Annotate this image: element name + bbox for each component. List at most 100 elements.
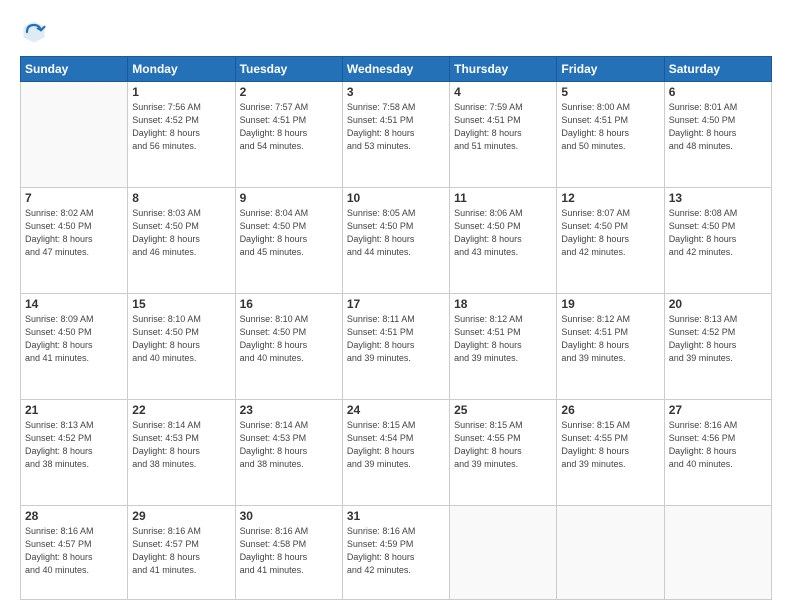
day-number: 24	[347, 403, 445, 417]
day-number: 1	[132, 85, 230, 99]
day-number: 28	[25, 509, 123, 523]
day-number: 4	[454, 85, 552, 99]
logo-icon	[20, 18, 48, 46]
day-number: 11	[454, 191, 552, 205]
calendar-cell: 4 Sunrise: 7:59 AM Sunset: 4:51 PM Daylig…	[450, 82, 557, 188]
day-number: 22	[132, 403, 230, 417]
day-info: Sunrise: 7:57 AM Sunset: 4:51 PM Dayligh…	[240, 101, 338, 153]
day-info: Sunrise: 7:59 AM Sunset: 4:51 PM Dayligh…	[454, 101, 552, 153]
calendar-cell: 24 Sunrise: 8:15 AM Sunset: 4:54 PM Dayli…	[342, 400, 449, 506]
day-number: 26	[561, 403, 659, 417]
day-info: Sunrise: 8:00 AM Sunset: 4:51 PM Dayligh…	[561, 101, 659, 153]
day-info: Sunrise: 8:06 AM Sunset: 4:50 PM Dayligh…	[454, 207, 552, 259]
calendar-cell: 23Sunrise: 8:14 AM Sunset: 4:53 PM Dayli…	[235, 400, 342, 506]
day-number: 20	[669, 297, 767, 311]
calendar-week-3: 14Sunrise: 8:09 AM Sunset: 4:50 PM Dayli…	[21, 294, 772, 400]
day-info: Sunrise: 8:14 AM Sunset: 4:53 PM Dayligh…	[132, 419, 230, 471]
day-info: Sunrise: 8:12 AM Sunset: 4:51 PM Dayligh…	[454, 313, 552, 365]
calendar-cell: 30Sunrise: 8:16 AM Sunset: 4:58 PM Dayli…	[235, 506, 342, 600]
day-number: 27	[669, 403, 767, 417]
calendar-cell: 15Sunrise: 8:10 AM Sunset: 4:50 PM Dayli…	[128, 294, 235, 400]
calendar-cell: 16Sunrise: 8:10 AM Sunset: 4:50 PM Dayli…	[235, 294, 342, 400]
day-number: 13	[669, 191, 767, 205]
day-info: Sunrise: 8:16 AM Sunset: 4:57 PM Dayligh…	[132, 525, 230, 577]
calendar-cell	[21, 82, 128, 188]
day-number: 3	[347, 85, 445, 99]
day-info: Sunrise: 8:16 AM Sunset: 4:58 PM Dayligh…	[240, 525, 338, 577]
weekday-header-tuesday: Tuesday	[235, 57, 342, 82]
calendar-cell: 26 Sunrise: 8:15 AM Sunset: 4:55 PM Dayli…	[557, 400, 664, 506]
day-number: 14	[25, 297, 123, 311]
calendar-cell: 3 Sunrise: 7:58 AM Sunset: 4:51 PM Daylig…	[342, 82, 449, 188]
calendar-cell: 12 Sunrise: 8:07 AM Sunset: 4:50 PM Dayli…	[557, 188, 664, 294]
day-number: 15	[132, 297, 230, 311]
calendar-cell: 13 Sunrise: 8:08 AM Sunset: 4:50 PM Dayli…	[664, 188, 771, 294]
calendar-cell: 7Sunrise: 8:02 AM Sunset: 4:50 PM Daylig…	[21, 188, 128, 294]
calendar-week-2: 7Sunrise: 8:02 AM Sunset: 4:50 PM Daylig…	[21, 188, 772, 294]
weekday-header-thursday: Thursday	[450, 57, 557, 82]
day-number: 10	[347, 191, 445, 205]
calendar-cell	[664, 506, 771, 600]
day-number: 17	[347, 297, 445, 311]
day-info: Sunrise: 8:15 AM Sunset: 4:54 PM Dayligh…	[347, 419, 445, 471]
calendar-cell: 11 Sunrise: 8:06 AM Sunset: 4:50 PM Dayli…	[450, 188, 557, 294]
day-info: Sunrise: 8:15 AM Sunset: 4:55 PM Dayligh…	[561, 419, 659, 471]
day-number: 23	[240, 403, 338, 417]
calendar-cell: 1 Sunrise: 7:56 AM Sunset: 4:52 PM Daylig…	[128, 82, 235, 188]
calendar-cell: 25 Sunrise: 8:15 AM Sunset: 4:55 PM Dayli…	[450, 400, 557, 506]
weekday-header-sunday: Sunday	[21, 57, 128, 82]
calendar-cell	[450, 506, 557, 600]
day-info: Sunrise: 7:56 AM Sunset: 4:52 PM Dayligh…	[132, 101, 230, 153]
day-number: 2	[240, 85, 338, 99]
calendar-cell: 21 Sunrise: 8:13 AM Sunset: 4:52 PM Dayli…	[21, 400, 128, 506]
day-number: 16	[240, 297, 338, 311]
day-number: 29	[132, 509, 230, 523]
day-info: Sunrise: 8:13 AM Sunset: 4:52 PM Dayligh…	[669, 313, 767, 365]
day-number: 7	[25, 191, 123, 205]
day-info: Sunrise: 8:13 AM Sunset: 4:52 PM Dayligh…	[25, 419, 123, 471]
day-info: Sunrise: 7:58 AM Sunset: 4:51 PM Dayligh…	[347, 101, 445, 153]
calendar-body: 1 Sunrise: 7:56 AM Sunset: 4:52 PM Daylig…	[21, 82, 772, 600]
day-info: Sunrise: 8:11 AM Sunset: 4:51 PM Dayligh…	[347, 313, 445, 365]
day-number: 8	[132, 191, 230, 205]
day-info: Sunrise: 8:15 AM Sunset: 4:55 PM Dayligh…	[454, 419, 552, 471]
calendar-cell	[557, 506, 664, 600]
day-number: 21	[25, 403, 123, 417]
day-info: Sunrise: 8:05 AM Sunset: 4:50 PM Dayligh…	[347, 207, 445, 259]
calendar-cell: 28 Sunrise: 8:16 AM Sunset: 4:57 PM Dayli…	[21, 506, 128, 600]
day-info: Sunrise: 8:07 AM Sunset: 4:50 PM Dayligh…	[561, 207, 659, 259]
day-number: 12	[561, 191, 659, 205]
day-info: Sunrise: 8:16 AM Sunset: 4:57 PM Dayligh…	[25, 525, 123, 577]
calendar-cell: 17 Sunrise: 8:11 AM Sunset: 4:51 PM Dayli…	[342, 294, 449, 400]
calendar-cell: 19 Sunrise: 8:12 AM Sunset: 4:51 PM Dayli…	[557, 294, 664, 400]
day-number: 19	[561, 297, 659, 311]
page: SundayMondayTuesdayWednesdayThursdayFrid…	[0, 0, 792, 612]
day-number: 5	[561, 85, 659, 99]
day-number: 18	[454, 297, 552, 311]
calendar-cell: 18 Sunrise: 8:12 AM Sunset: 4:51 PM Dayli…	[450, 294, 557, 400]
calendar-cell: 31 Sunrise: 8:16 AM Sunset: 4:59 PM Dayli…	[342, 506, 449, 600]
day-number: 25	[454, 403, 552, 417]
weekday-header-monday: Monday	[128, 57, 235, 82]
weekday-header-wednesday: Wednesday	[342, 57, 449, 82]
day-info: Sunrise: 8:12 AM Sunset: 4:51 PM Dayligh…	[561, 313, 659, 365]
calendar-week-1: 1 Sunrise: 7:56 AM Sunset: 4:52 PM Daylig…	[21, 82, 772, 188]
day-info: Sunrise: 8:16 AM Sunset: 4:56 PM Dayligh…	[669, 419, 767, 471]
calendar-cell: 9 Sunrise: 8:04 AM Sunset: 4:50 PM Daylig…	[235, 188, 342, 294]
header	[20, 18, 772, 46]
weekday-header-saturday: Saturday	[664, 57, 771, 82]
calendar-cell: 20 Sunrise: 8:13 AM Sunset: 4:52 PM Dayli…	[664, 294, 771, 400]
day-number: 31	[347, 509, 445, 523]
calendar-week-4: 21 Sunrise: 8:13 AM Sunset: 4:52 PM Dayli…	[21, 400, 772, 506]
logo	[20, 18, 52, 46]
day-info: Sunrise: 8:01 AM Sunset: 4:50 PM Dayligh…	[669, 101, 767, 153]
calendar-cell: 29 Sunrise: 8:16 AM Sunset: 4:57 PM Dayli…	[128, 506, 235, 600]
day-number: 9	[240, 191, 338, 205]
day-info: Sunrise: 8:08 AM Sunset: 4:50 PM Dayligh…	[669, 207, 767, 259]
calendar-table: SundayMondayTuesdayWednesdayThursdayFrid…	[20, 56, 772, 600]
weekday-header-friday: Friday	[557, 57, 664, 82]
day-info: Sunrise: 8:16 AM Sunset: 4:59 PM Dayligh…	[347, 525, 445, 577]
calendar-cell: 27 Sunrise: 8:16 AM Sunset: 4:56 PM Dayli…	[664, 400, 771, 506]
calendar-cell: 22 Sunrise: 8:14 AM Sunset: 4:53 PM Dayli…	[128, 400, 235, 506]
day-info: Sunrise: 8:04 AM Sunset: 4:50 PM Dayligh…	[240, 207, 338, 259]
